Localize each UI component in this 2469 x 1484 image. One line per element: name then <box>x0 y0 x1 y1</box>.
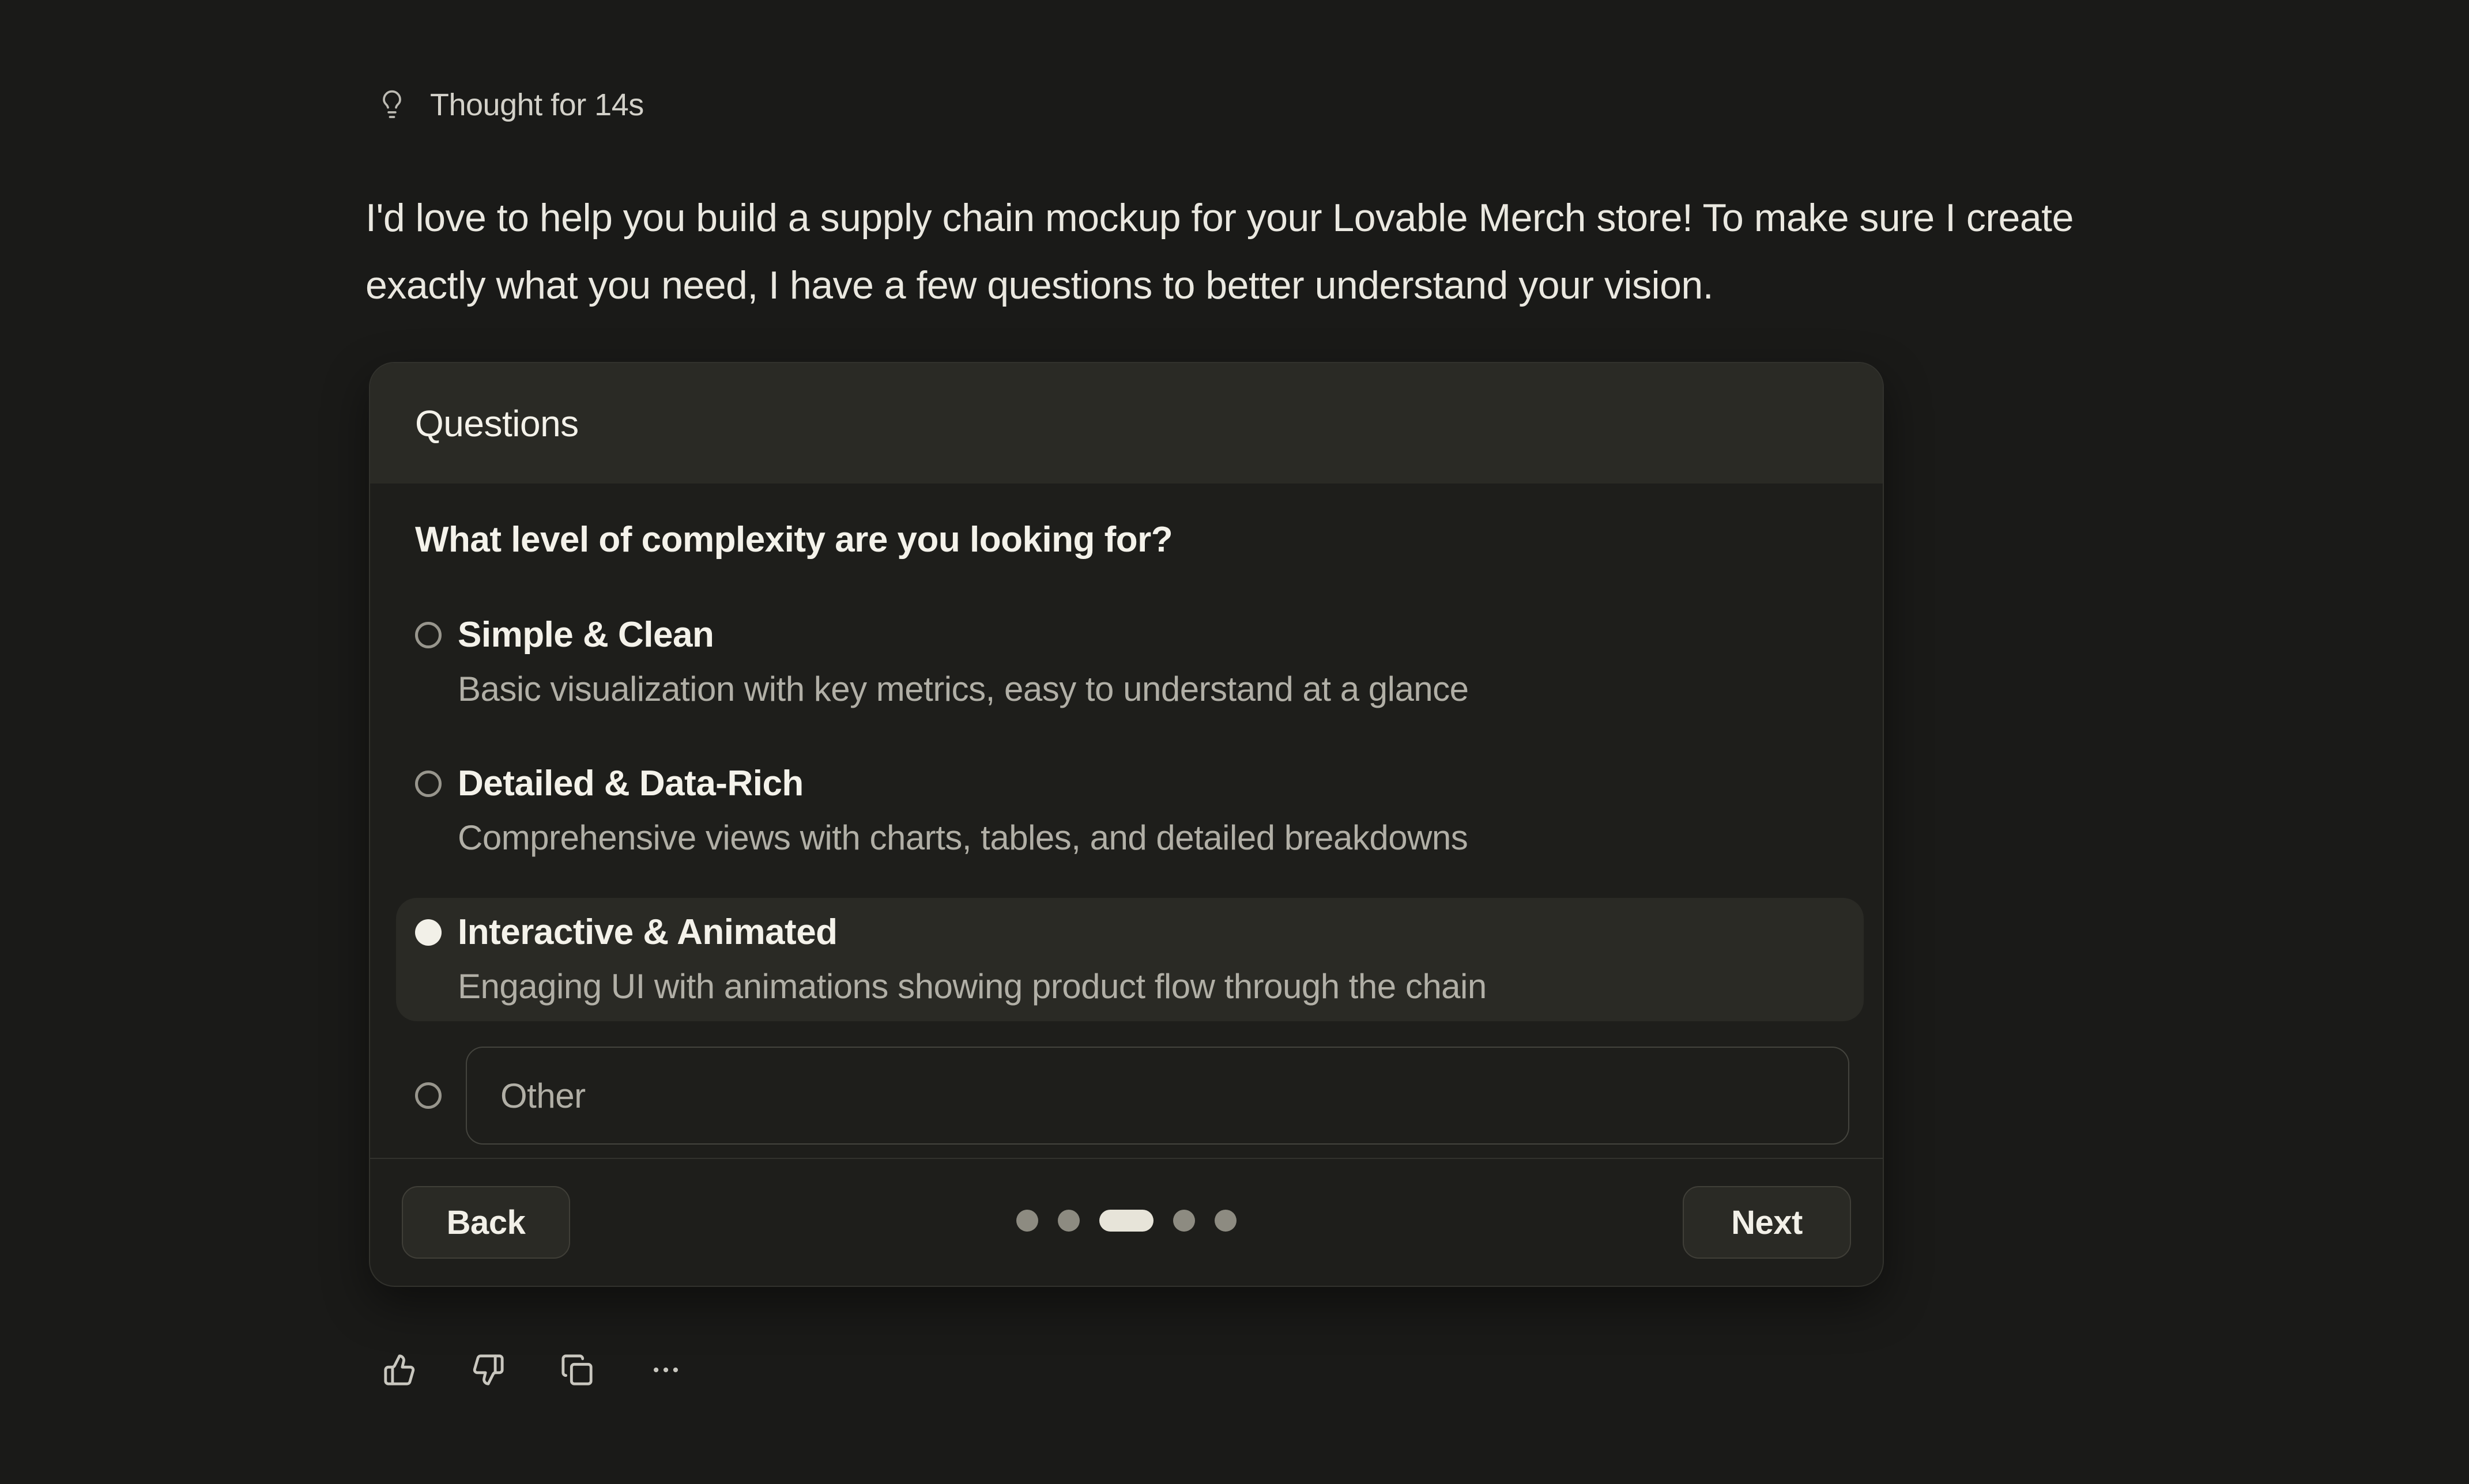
progress-dot <box>1058 1210 1080 1232</box>
copy-button[interactable] <box>560 1353 594 1387</box>
thumbs-down-icon <box>472 1353 505 1387</box>
question-text: What level of complexity are you looking… <box>415 519 1849 560</box>
thumbs-down-button[interactable] <box>472 1353 505 1387</box>
message-actions <box>383 1353 683 1387</box>
card-title: Questions <box>415 402 579 445</box>
option-title: Detailed & Data-Rich <box>458 757 1468 811</box>
option-title: Simple & Clean <box>458 608 1469 662</box>
card-header: Questions <box>370 363 1883 484</box>
back-button[interactable]: Back <box>402 1186 570 1259</box>
radio-unselected-icon[interactable] <box>415 771 442 797</box>
radio-unselected-icon[interactable] <box>415 1082 442 1109</box>
option-simple-clean[interactable]: Simple & Clean Basic visualization with … <box>396 601 1864 724</box>
radio-selected-icon[interactable] <box>415 919 442 946</box>
progress-dot-active <box>1099 1210 1154 1232</box>
card-body: What level of complexity are you looking… <box>370 484 1883 1145</box>
thumbs-up-icon <box>383 1353 416 1387</box>
thought-row[interactable]: Thought for 14s <box>376 86 644 123</box>
assistant-message: I'd love to help you build a supply chai… <box>365 184 2291 319</box>
card-footer: Back Next <box>370 1158 1883 1286</box>
assistant-message-line: I'd love to help you build a supply chai… <box>365 184 2291 252</box>
questions-card: Questions What level of complexity are y… <box>369 362 1884 1287</box>
more-options-button[interactable] <box>649 1353 683 1387</box>
option-description: Comprehensive views with charts, tables,… <box>458 811 1468 865</box>
progress-indicator <box>1016 1210 1237 1232</box>
progress-dot <box>1173 1210 1195 1232</box>
radio-unselected-icon[interactable] <box>415 622 442 648</box>
copy-icon <box>560 1353 594 1387</box>
option-description: Engaging UI with animations showing prod… <box>458 960 1487 1014</box>
other-text-input[interactable]: Other <box>466 1047 1849 1145</box>
other-input-value: Other <box>500 1076 586 1116</box>
progress-dot <box>1016 1210 1038 1232</box>
option-other: Other <box>415 1047 1849 1145</box>
option-title: Interactive & Animated <box>458 905 1487 960</box>
option-description: Basic visualization with key metrics, ea… <box>458 662 1469 716</box>
thought-duration-label: Thought for 14s <box>430 87 644 123</box>
more-options-icon <box>649 1353 683 1387</box>
next-button[interactable]: Next <box>1683 1186 1851 1259</box>
option-interactive-animated[interactable]: Interactive & Animated Engaging UI with … <box>396 898 1864 1021</box>
option-detailed-data-rich[interactable]: Detailed & Data-Rich Comprehensive views… <box>396 749 1864 873</box>
lightbulb-icon <box>376 86 408 123</box>
thumbs-up-button[interactable] <box>383 1353 416 1387</box>
assistant-message-line: exactly what you need, I have a few ques… <box>365 252 2291 319</box>
progress-dot <box>1215 1210 1237 1232</box>
